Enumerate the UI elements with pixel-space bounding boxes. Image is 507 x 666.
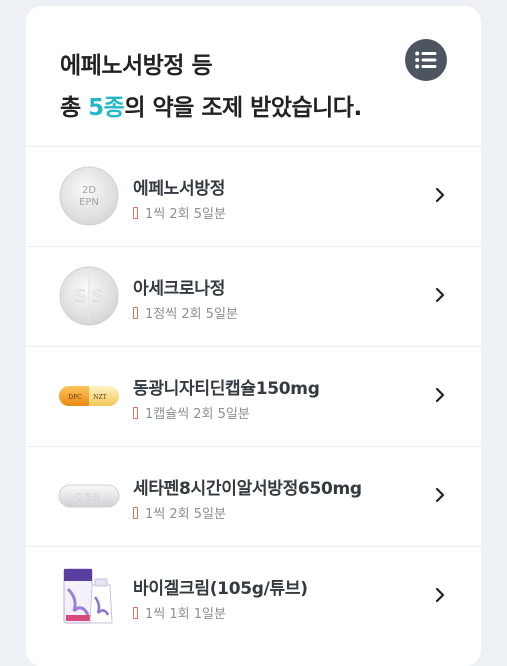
prescription-card: 에페노서방정 등 총 5종의 약을 조제 받았습니다. 2D EPN 에페노서방… <box>26 6 481 666</box>
chevron-right-icon[interactable] <box>435 387 445 403</box>
tablet-imprint-bottom: EPN <box>79 197 99 208</box>
dose-marker-icon <box>133 406 138 419</box>
dose-marker-icon <box>133 306 138 319</box>
white-round-tablet-icon: 2D EPN <box>58 165 120 227</box>
summary-header: 에페노서방정 등 총 5종의 약을 조제 받았습니다. <box>26 6 481 146</box>
dose-row: 1정씩 2회 5일분 <box>133 303 238 322</box>
medication-item[interactable]: S S 아세크로나정 1정씩 2회 5일분 <box>26 246 481 346</box>
medication-list: 2D EPN 에페노서방정 1씩 2회 5일분 S S 아세크로나정 1정씩 2… <box>26 146 481 646</box>
white-oblong-tablet-icon: CEN <box>58 465 120 527</box>
tablet-imprint: CEN <box>75 493 103 503</box>
chevron-right-icon[interactable] <box>435 487 445 503</box>
medication-name: 동광니자티딘캡슐150mg <box>133 379 320 399</box>
medication-dose: 1씩 1회 1일분 <box>145 607 226 622</box>
medication-count: 5종 <box>88 95 125 121</box>
chevron-right-icon[interactable] <box>435 187 445 203</box>
list-view-button[interactable] <box>405 39 447 81</box>
summary-title-line1: 에페노서방정 등 <box>60 53 213 79</box>
medication-item[interactable]: CEN 세타펜8시간이알서방정650mg 1씩 2회 5일분 <box>26 446 481 546</box>
capsule-imprint-right: NZT <box>93 394 106 401</box>
dose-row: 1씩 1회 1일분 <box>133 603 226 622</box>
cream-tube-box-icon <box>58 565 120 627</box>
tablet-imprint-top: 2D <box>82 185 96 196</box>
medication-dose: 1정씩 2회 5일분 <box>145 307 238 322</box>
dose-row: 1캡슐씩 2회 5일분 <box>133 403 250 422</box>
white-round-tablet-icon: S S <box>58 265 120 327</box>
medication-dose: 1씩 2회 5일분 <box>145 207 226 222</box>
medication-name: 아세크로나정 <box>133 279 226 299</box>
orange-capsule-icon: DPC NZT <box>58 365 120 427</box>
dose-row: 1씩 2회 5일분 <box>133 203 226 222</box>
dose-marker-icon <box>133 206 138 219</box>
medication-dose: 1씩 2회 5일분 <box>145 507 226 522</box>
medication-item[interactable]: DPC NZT 동광니자티딘캡슐150mg 1캡슐씩 2회 5일분 <box>26 346 481 446</box>
capsule-imprint-left: DPC <box>68 394 82 401</box>
tablet-imprint: S S <box>76 287 103 307</box>
title-prefix: 총 <box>60 95 89 121</box>
summary-title-line2: 총 5종의 약을 조제 받았습니다. <box>60 88 362 122</box>
medication-name: 에페노서방정 <box>133 179 226 199</box>
chevron-right-icon[interactable] <box>435 587 445 603</box>
medication-item[interactable]: 2D EPN 에페노서방정 1씩 2회 5일분 <box>26 146 481 246</box>
medication-name: 바이겔크림(105g/튜브) <box>133 579 308 599</box>
dose-marker-icon <box>133 506 138 519</box>
list-icon <box>415 51 437 69</box>
medication-name: 세타펜8시간이알서방정650mg <box>133 479 362 499</box>
title-suffix: 의 약을 조제 받았습니다. <box>124 95 362 121</box>
dose-marker-icon <box>133 606 138 619</box>
medication-item[interactable]: 바이겔크림(105g/튜브) 1씩 1회 1일분 <box>26 546 481 646</box>
medication-dose: 1캡슐씩 2회 5일분 <box>145 407 250 422</box>
chevron-right-icon[interactable] <box>435 287 445 303</box>
dose-row: 1씩 2회 5일분 <box>133 503 226 522</box>
